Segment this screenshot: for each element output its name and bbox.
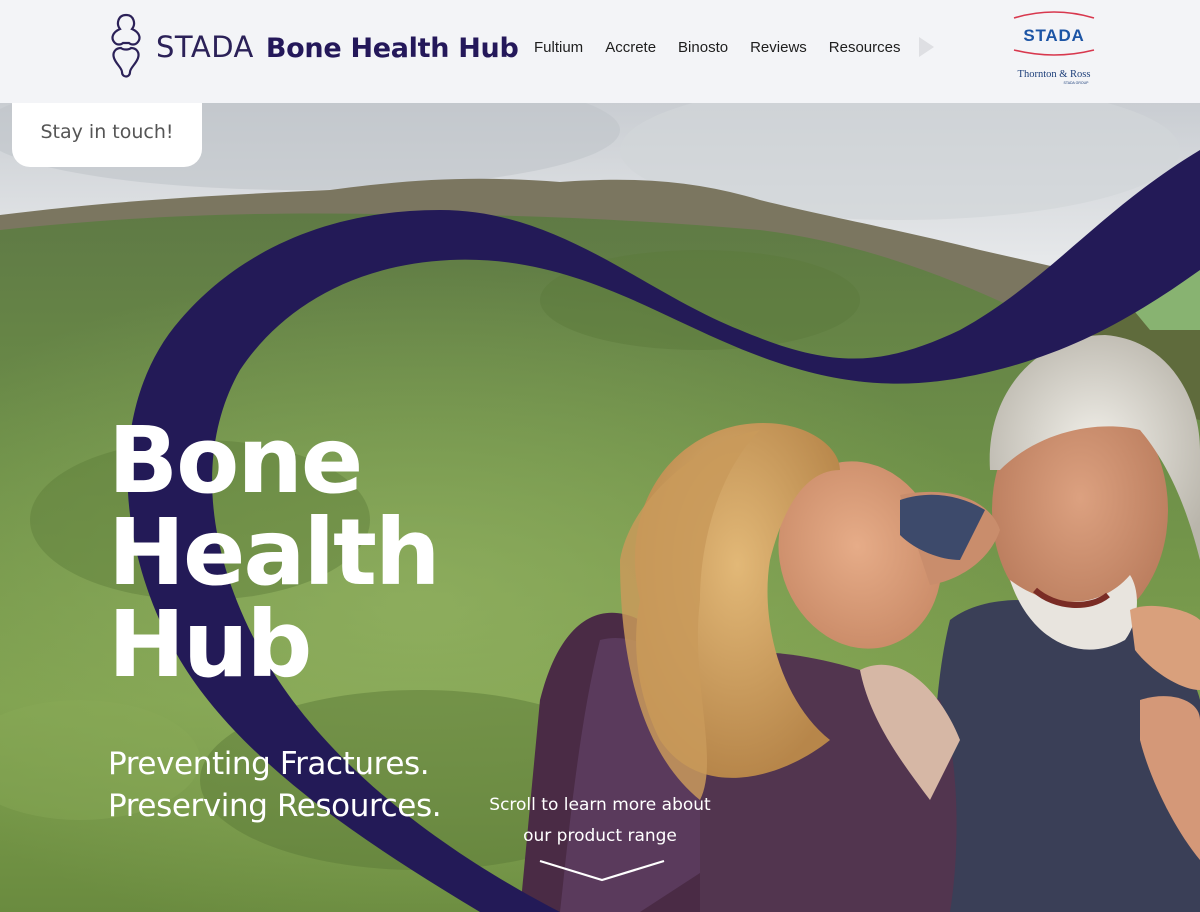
scroll-cta[interactable]: Scroll to learn more about our product r… [460, 790, 740, 852]
play-triangle-icon [919, 37, 935, 57]
bone-joint-logo-icon [111, 13, 141, 78]
nav-accrete[interactable]: Accrete [594, 39, 667, 56]
hero-title: Bone Health Hub [108, 407, 440, 698]
brand-stada-text: STADA [156, 30, 254, 64]
chevron-down-icon[interactable] [537, 858, 667, 884]
hero-title-line: Bone [108, 407, 363, 514]
scroll-cta-line: Scroll to learn more about [489, 795, 711, 815]
hero-title-line: Health [108, 499, 440, 606]
hero-title-line: Hub [108, 591, 312, 698]
partner-logo-small: STADA GROUP [1063, 81, 1089, 85]
partner-logo-name: STADA [1023, 26, 1084, 45]
main-nav: Fultium Accrete Binosto Reviews Resource… [523, 34, 937, 60]
nav-reviews[interactable]: Reviews [739, 39, 818, 56]
nav-resources[interactable]: Resources [818, 39, 912, 56]
scroll-cta-line: our product range [523, 826, 677, 846]
stada-thornton-ross-logo[interactable]: STADA Thornton & Ross STADA GROUP [1010, 8, 1098, 88]
stay-in-touch-button[interactable]: Stay in touch! [12, 103, 202, 167]
hero-tagline-line: Preventing Fractures. [108, 746, 430, 782]
hero-tagline: Preventing Fractures. Preserving Resourc… [108, 743, 442, 827]
site-header: STADA Bone Health Hub Fultium Accrete Bi… [0, 0, 1200, 103]
hero-tagline-line: Preserving Resources. [108, 788, 442, 824]
nav-fultium[interactable]: Fultium [523, 39, 594, 56]
partner-logo-subtitle: Thornton & Ross [1018, 69, 1091, 80]
nav-binosto[interactable]: Binosto [667, 39, 739, 56]
brand-site-name: Bone Health Hub [265, 33, 519, 64]
stay-in-touch-label: Stay in touch! [40, 121, 174, 143]
brand-home-link[interactable]: STADA Bone Health Hub [104, 12, 519, 82]
nav-scroll-next-button[interactable] [915, 34, 937, 60]
